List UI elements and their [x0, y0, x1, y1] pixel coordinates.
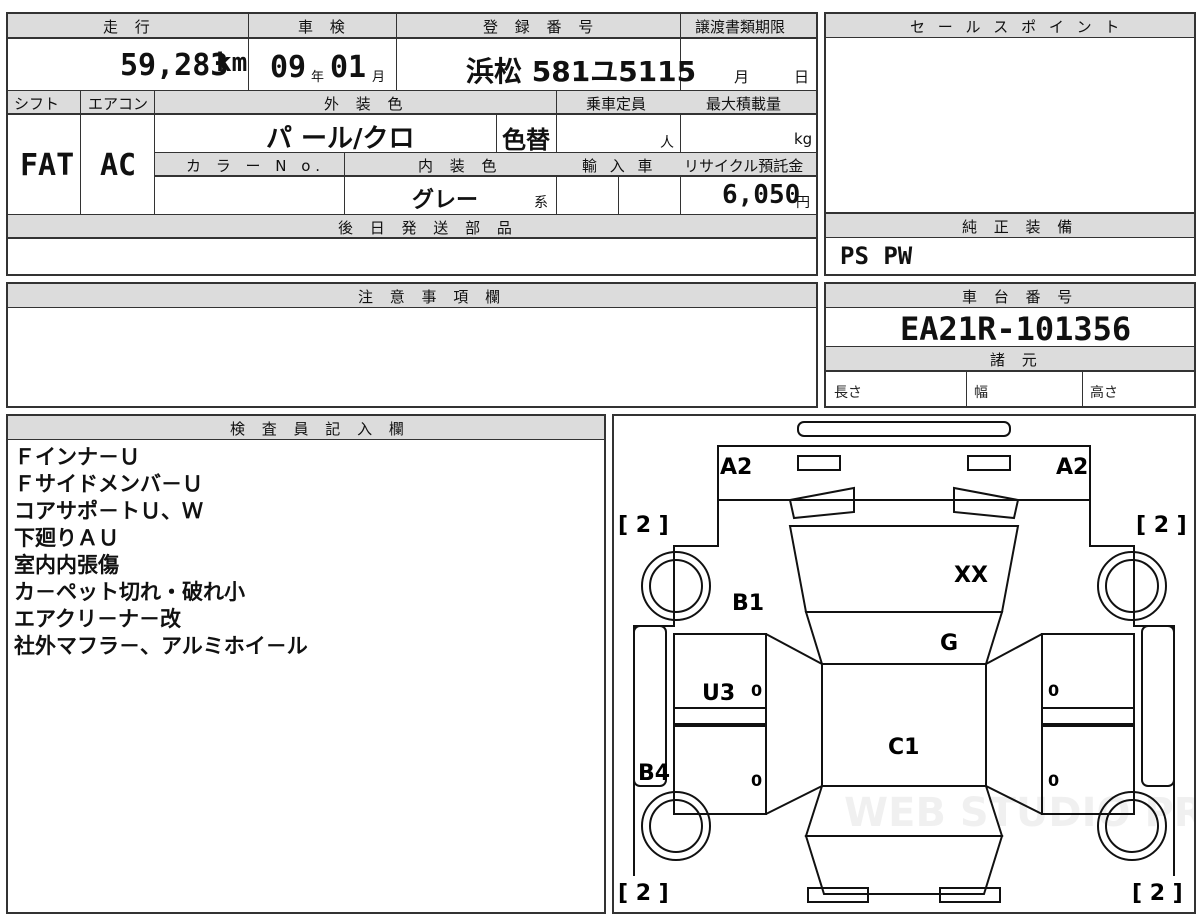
remark-line: 社外マフラ－、アルミホイ－ル — [14, 634, 308, 658]
inspection-month: 01 — [330, 50, 367, 85]
recycle-fee-value: 6,050 — [722, 180, 801, 210]
genuine-equipment-header: 純 正 装 備 — [962, 218, 1079, 236]
year-unit: 年 — [311, 70, 325, 85]
notes-header: 注 意 事 項 欄 — [358, 288, 507, 306]
capacity-header: 乗車定員 — [586, 95, 647, 113]
car-diagram-svg: WEB STUDIO PRO A2 A2 XX B1 G U3 C1 B4 [ … — [618, 421, 1194, 906]
notes-box: 注 意 事 項 欄 — [6, 282, 818, 408]
load-unit: kg — [794, 130, 813, 148]
remark-line: 室内内張傷 — [14, 553, 119, 577]
mark-a2-right: A2 — [1056, 455, 1088, 480]
aircon-value: AC — [100, 148, 137, 183]
genuine-equipment-value: PS PW — [840, 242, 913, 270]
mileage-value: 59,283 — [120, 48, 229, 83]
interior-color-header: 内 装 色 — [418, 157, 503, 175]
remark-line: 下廻りＡＵ — [14, 526, 119, 550]
tire-label-front-right: [ 2 ] — [1136, 513, 1187, 538]
capacity-unit: 人 — [660, 135, 674, 151]
remark-line: コアサポ－トＵ、Ｗ — [14, 499, 203, 523]
interior-color-suffix: 系 — [534, 195, 548, 211]
remark-line: カ－ペット切れ・破れ小 — [14, 580, 245, 604]
tire-label-rear-right: [ 2 ] — [1132, 881, 1183, 906]
specs-header: 諸 元 — [990, 351, 1043, 369]
inspector-header: 検 査 員 記 入 欄 — [230, 420, 410, 438]
inspector-box: 検 査 員 記 入 欄 Ｆインナ－Ｕ Ｆサイドメンバ－Ｕ コアサポ－トＵ、Ｗ 下廻りＡ… — [6, 414, 606, 914]
import-header: 輸 入 車 — [582, 157, 657, 175]
interior-color-value: グレー — [412, 188, 479, 213]
inspector-remarks: Ｆインナ－Ｕ Ｆサイドメンバ－Ｕ コアサポ－トＵ、Ｗ 下廻りＡＵ 室内内張傷カ－ペット切… — [14, 444, 308, 660]
aircon-header: エアコン — [88, 95, 149, 113]
sales-point-box: セ ー ル ス ポ イ ン ト — [824, 12, 1196, 214]
color-no-header: カ ラ ー N o. — [186, 157, 325, 175]
mileage-unit: km — [216, 48, 248, 78]
spec-height: 高さ — [1090, 385, 1118, 401]
deadline-day-unit: 日 — [794, 68, 810, 86]
later-parts-header: 後 日 発 送 部 品 — [338, 219, 518, 237]
exterior-color-header: 外 装 色 — [324, 95, 409, 113]
chassis-header: 車 台 番 号 — [962, 288, 1079, 306]
spec-length: 長さ — [834, 385, 862, 401]
tire-label-rear-left: [ 2 ] — [618, 881, 669, 906]
sales-point-header: セ ー ル ス ポ イ ン ト — [910, 18, 1124, 36]
genuine-equipment-box: 純 正 装 備 PS PW — [824, 212, 1196, 276]
remark-line: エアクリ－ナ－改 — [14, 607, 181, 631]
registration-header: 登 録 番 号 — [483, 18, 600, 36]
exterior-color-value: パ ール/クロ — [266, 124, 415, 154]
damage-diagram: WEB STUDIO PRO A2 A2 XX B1 G U3 C1 B4 [ … — [612, 414, 1196, 914]
color-change-label: 色替 — [502, 126, 550, 154]
shift-header: シフト — [14, 95, 60, 113]
mileage-header: 走 行 — [103, 18, 156, 36]
recycle-fee-unit: 円 — [796, 195, 810, 211]
mark-b4: B4 — [638, 761, 670, 786]
month-unit: 月 — [372, 70, 386, 85]
mark-a2-left: A2 — [720, 455, 752, 480]
tread-rear-right: 0 — [1048, 771, 1059, 790]
mark-u3: U3 — [702, 681, 735, 706]
spec-width: 幅 — [974, 385, 988, 401]
mark-g: G — [940, 631, 958, 656]
tread-rear-left: 0 — [751, 771, 762, 790]
mark-b1: B1 — [732, 591, 764, 616]
registration-value: 浜松 581ユ5115 — [466, 55, 697, 88]
chassis-number: EA21R-101356 — [900, 310, 1132, 348]
max-load-header: 最大積載量 — [706, 95, 782, 113]
inspection-year: 09 — [270, 50, 307, 85]
tread-front-right: 0 — [1048, 681, 1059, 700]
tread-front-left: 0 — [751, 681, 762, 700]
inspection-header: 車 検 — [298, 18, 351, 36]
transfer-deadline-header: 譲渡書類期限 — [695, 18, 786, 36]
mark-c1: C1 — [888, 735, 919, 760]
remark-line: Ｆインナ－Ｕ — [14, 445, 140, 469]
remark-line: Ｆサイドメンバ－Ｕ — [14, 472, 203, 496]
tire-label-front-left: [ 2 ] — [618, 513, 669, 538]
mark-xx: XX — [954, 563, 988, 588]
deadline-month-unit: 月 — [734, 68, 750, 86]
shift-value: FAT — [20, 148, 75, 183]
chassis-box: 車 台 番 号 EA21R-101356 諸 元 長さ 幅 高さ — [824, 282, 1196, 408]
recycle-fee-header: リサイクル預託金 — [684, 157, 804, 175]
watermark: WEB STUDIO PRO — [844, 790, 1194, 836]
vehicle-info-table: 走 行 車 検 登 録 番 号 譲渡書類期限 59,283 km 09 年 01… — [6, 12, 818, 276]
